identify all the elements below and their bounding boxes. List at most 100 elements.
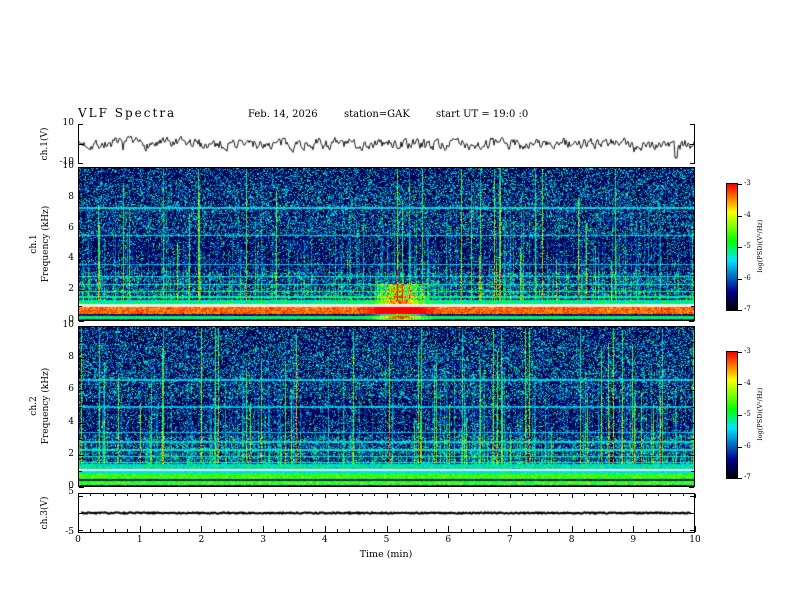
tick-mark [386,526,388,532]
tick-mark [79,244,82,245]
tick-mark [79,326,84,327]
tick-mark [361,529,363,532]
tick-mark [79,163,83,164]
x-tick-label: 3 [260,535,266,545]
header-date: Feb. 14, 2026 [248,109,318,120]
tick-mark [682,494,684,496]
ch1-colorbar [726,183,738,311]
ch1-spectrogram-panel [78,167,695,321]
tick-mark [79,321,84,322]
tick-mark [738,446,742,448]
tick-mark [689,321,694,322]
tick-mark [583,494,585,496]
tick-mark [691,438,694,440]
header-start-ut: start UT = 19:0 :0 [436,109,529,120]
tick-mark [324,526,326,532]
ch2-spec-ytick-label: 0 [68,481,74,491]
ch1-waveform-canvas [78,124,695,164]
tick-mark [546,494,548,496]
x-tick-label: 5 [383,535,390,545]
tick-mark [633,526,635,532]
tick-mark [398,529,400,532]
ch2-colorbar-tick-label: -3 [744,347,751,355]
tick-mark [79,358,84,360]
ch1-colorbar-canvas [727,184,737,310]
x-tick-label: 9 [630,535,637,545]
tick-mark [738,184,742,185]
ch2-spec-ytick-label: 8 [68,352,74,363]
tick-mark [559,494,561,496]
tick-mark [79,422,84,424]
tick-mark [691,342,694,344]
ch1-colorbar-tick-label: -6 [744,273,751,282]
tick-mark [361,494,363,496]
tick-mark [596,529,598,532]
x-tick-label: 8 [568,535,575,545]
tick-mark [620,494,622,496]
tick-mark [79,342,82,344]
ch1-colorbar-tick-label: -3 [744,179,751,187]
ch1-spec-ytick-label: 4 [68,253,74,264]
ch1-colorbar-tick-label: -4 [744,210,751,219]
tick-mark [300,494,302,496]
x-axis-label: Time (min) [359,549,413,560]
ch1-wave-ytick-max: 10 [62,118,74,128]
ch1-spec-ytick-label: 10 [62,161,74,171]
tick-mark [670,529,672,532]
tick-mark [152,494,154,496]
tick-mark [689,290,694,292]
tick-mark [139,526,141,532]
tick-mark [79,274,82,276]
tick-mark [337,494,339,496]
tick-mark [115,494,117,496]
tick-mark [79,259,84,261]
tick-mark [738,215,742,217]
tick-mark [689,358,694,360]
tick-mark [79,390,84,392]
tick-mark [435,529,437,532]
tick-mark [559,529,561,532]
tick-mark [509,494,511,498]
x-tick-label: 2 [198,535,205,545]
tick-mark [324,494,326,498]
tick-mark [337,529,339,532]
tick-mark [102,494,104,496]
tick-mark [608,529,610,532]
tick-mark [287,494,289,496]
figure-title: VLF Spectra [78,106,177,120]
tick-mark [300,529,302,532]
tick-mark [690,530,694,531]
tick-mark [176,494,178,496]
tick-mark [534,494,536,496]
tick-mark [583,529,585,532]
ch2-spectrogram-canvas [79,327,694,486]
tick-mark [238,494,240,496]
tick-mark [689,197,694,199]
header-station: station=GAK [344,109,410,120]
tick-mark [238,529,240,532]
tick-mark [250,529,252,532]
tick-mark [152,529,154,532]
tick-mark [690,496,694,497]
tick-mark [695,526,696,532]
ch2-colorbar-canvas [727,352,737,478]
x-tick-label: 6 [445,535,452,545]
ch2-spec-channel-label: ch.2 [29,396,39,416]
tick-mark [90,494,92,496]
ch1-spec-ylabel: Frequency (kHz) [41,205,51,283]
ch2-colorbar-tick-label: -5 [744,410,751,418]
tick-mark [546,529,548,532]
tick-mark [79,228,84,230]
tick-mark [738,352,742,353]
tick-mark [411,529,413,532]
ch2-spec-ytick-label: 2 [68,448,74,459]
tick-mark [79,454,84,456]
tick-mark [689,228,694,230]
ch1-colorbar-tick-label: -5 [744,242,751,250]
tick-mark [349,529,351,532]
tick-mark [226,529,228,532]
tick-mark [79,374,82,376]
tick-mark [263,494,265,498]
tick-mark [213,529,215,532]
tick-mark [79,513,83,514]
